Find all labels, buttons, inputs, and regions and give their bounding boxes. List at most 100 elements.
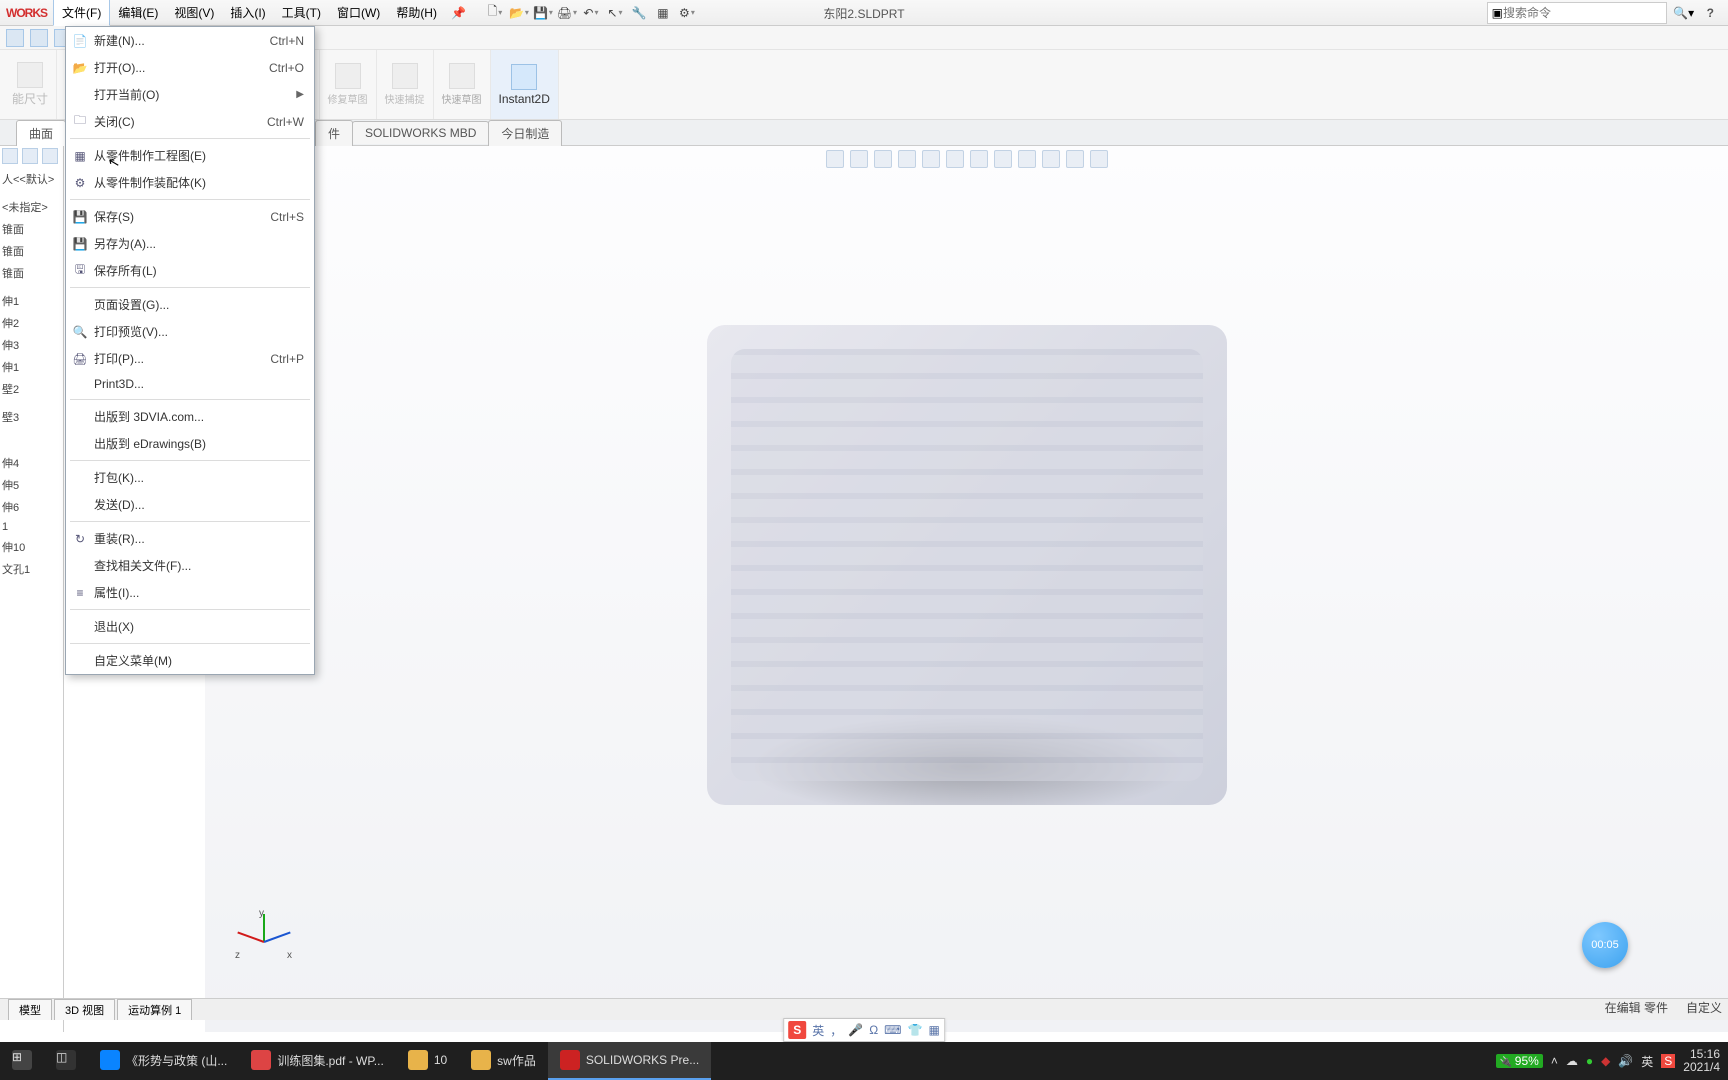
file-menu-item[interactable]: Print3D... [66, 372, 314, 396]
ime-toolbar[interactable]: S 英 ， 🎤 Ω ⌨ 👕 ▦ [783, 1018, 945, 1042]
feature-tree-item[interactable]: 壁2 [0, 378, 63, 400]
section-view-icon[interactable] [898, 150, 916, 168]
zoom-area-icon[interactable] [850, 150, 868, 168]
new-doc-button[interactable]: 🗋▾ [484, 2, 506, 24]
ribbon-group-instant2d[interactable]: Instant2D [491, 50, 559, 119]
feature-tree-item[interactable]: 伸1 [0, 290, 63, 312]
model-viewport[interactable]: y x z 00:05 [205, 146, 1728, 1032]
file-menu-item[interactable]: 打包(K)... [66, 464, 314, 491]
tray-chevron-icon[interactable]: ˄ [1551, 1054, 1558, 1068]
file-menu-item[interactable]: 查找相关文件(F)... [66, 552, 314, 579]
view-orient-icon[interactable] [922, 150, 940, 168]
save-button[interactable]: 💾▾ [532, 2, 554, 24]
feature-tree-item[interactable]: 伸5 [0, 474, 63, 496]
feature-tree-item[interactable]: 锥面 [0, 218, 63, 240]
menu-insert[interactable]: 插入(I) [222, 0, 273, 25]
ime-keyboard-icon[interactable]: ⌨ [884, 1023, 901, 1037]
feature-tree-item[interactable]: 壁3 [0, 406, 63, 428]
tree-tab-icon[interactable] [42, 148, 58, 164]
file-menu-item[interactable]: ⚙从零件制作装配体(K) [66, 169, 314, 196]
menu-help[interactable]: 帮助(H) [388, 0, 445, 25]
scene-icon[interactable] [1018, 150, 1036, 168]
feature-tree-item[interactable]: 锥面 [0, 262, 63, 284]
file-menu-item[interactable]: ≡属性(I)... [66, 579, 314, 606]
file-menu-item[interactable]: ↻重装(R)... [66, 525, 314, 552]
file-menu-item[interactable]: 💾另存为(A)... [66, 230, 314, 257]
search-icon[interactable]: 🔍▾ [1673, 2, 1695, 24]
feature-tree-item[interactable]: 锥面 [0, 240, 63, 262]
pin-icon[interactable]: 📌 [451, 6, 466, 20]
feature-tree-item[interactable]: 1 [0, 518, 63, 536]
ribbon-group-quick-sketch[interactable]: 快速草图 [434, 50, 491, 119]
tray-security-icon[interactable]: ◆ [1601, 1054, 1610, 1068]
tool-icon[interactable] [6, 29, 24, 47]
tab-mbd[interactable]: SOLIDWORKS MBD [352, 121, 489, 144]
rebuild-button[interactable]: 🔧 [628, 2, 650, 24]
menu-tools[interactable]: 工具(T) [274, 0, 329, 25]
search-input[interactable] [1503, 6, 1662, 20]
settings-button[interactable]: ⚙▾ [676, 2, 698, 24]
zoom-fit-icon[interactable] [826, 150, 844, 168]
render-icon[interactable] [1066, 150, 1084, 168]
file-menu-item[interactable]: 退出(X) [66, 613, 314, 640]
search-box[interactable]: ▣ [1487, 2, 1667, 24]
feature-tree-item[interactable]: 伸2 [0, 312, 63, 334]
tray-volume-icon[interactable]: 🔊 [1618, 1054, 1633, 1068]
feature-tree-item[interactable]: 伸1 [0, 356, 63, 378]
task-view-button[interactable]: ◫ [44, 1042, 88, 1080]
tab-surface[interactable]: 曲面 [16, 120, 66, 146]
battery-icon[interactable]: 🔌 95% [1496, 1054, 1543, 1068]
menu-edit[interactable]: 编辑(E) [110, 0, 166, 25]
tab-model[interactable]: 模型 [8, 999, 52, 1020]
tray-ime-lang[interactable]: 英 [1641, 1053, 1653, 1070]
options-button[interactable]: ▦ [652, 2, 674, 24]
tray-wechat-icon[interactable]: ● [1586, 1054, 1593, 1068]
file-menu-item[interactable]: ▦从零件制作工程图(E) [66, 142, 314, 169]
prev-view-icon[interactable] [874, 150, 892, 168]
file-menu-item[interactable]: 自定义菜单(M) [66, 647, 314, 674]
display-style-icon[interactable] [946, 150, 964, 168]
view-settings-icon[interactable] [1042, 150, 1060, 168]
screen-icon[interactable] [1090, 150, 1108, 168]
feature-tree-item[interactable]: 伸3 [0, 334, 63, 356]
taskbar-app[interactable]: SOLIDWORKS Pre... [548, 1042, 711, 1080]
feature-tree-item[interactable]: 伸4 [0, 452, 63, 474]
menu-window[interactable]: 窗口(W) [329, 0, 388, 25]
tab-motion-study[interactable]: 运动算例 1 [117, 999, 192, 1020]
tool-icon[interactable] [30, 29, 48, 47]
help-icon[interactable]: ? [1701, 6, 1720, 20]
file-menu-item[interactable]: 出版到 3DVIA.com... [66, 403, 314, 430]
file-menu-item[interactable]: 🗀关闭(C)Ctrl+W [66, 108, 314, 135]
start-button[interactable]: ⊞ [0, 1042, 44, 1080]
menu-file[interactable]: 文件(F) [53, 0, 110, 26]
print-button[interactable]: 🖨▾ [556, 2, 578, 24]
tray-sogou-icon[interactable]: S [1661, 1054, 1675, 1068]
ime-punct-icon[interactable]: ， [830, 1022, 842, 1039]
sogou-icon[interactable]: S [788, 1021, 806, 1039]
tray-clock[interactable]: 15:16 2021/4 [1683, 1048, 1720, 1074]
file-menu-item[interactable]: 💾保存(S)Ctrl+S [66, 203, 314, 230]
file-menu-item[interactable]: 🖨打印(P)...Ctrl+P [66, 345, 314, 372]
menu-view[interactable]: 视图(V) [166, 0, 222, 25]
tab-evaluate[interactable]: 件 [315, 120, 353, 146]
orientation-triad[interactable]: y x z [233, 912, 293, 972]
tab-3dview[interactable]: 3D 视图 [54, 999, 115, 1020]
feature-tree-item[interactable]: 文孔1 [0, 558, 63, 580]
file-menu-item[interactable]: 🔍打印预览(V)... [66, 318, 314, 345]
ime-skin-icon[interactable]: 👕 [908, 1023, 923, 1037]
ime-lang[interactable]: 英 [812, 1022, 824, 1039]
file-menu-item[interactable]: 打开当前(O)▶ [66, 81, 314, 108]
tree-tab-icon[interactable] [22, 148, 38, 164]
taskbar-app[interactable]: sw作品 [459, 1042, 548, 1080]
tree-tab-icon[interactable] [2, 148, 18, 164]
file-menu-item[interactable]: 发送(D)... [66, 491, 314, 518]
feature-tree-item[interactable]: 伸10 [0, 536, 63, 558]
file-menu-item[interactable]: 🖫保存所有(L) [66, 257, 314, 284]
file-menu-item[interactable]: 📂打开(O)...Ctrl+O [66, 54, 314, 81]
tray-cloud-icon[interactable]: ☁ [1566, 1054, 1578, 1068]
appearance-icon[interactable] [994, 150, 1012, 168]
feature-tree-item[interactable]: <未指定> [0, 196, 63, 218]
feature-tree-item[interactable]: 伸6 [0, 496, 63, 518]
file-menu-item[interactable]: 出版到 eDrawings(B) [66, 430, 314, 457]
open-doc-button[interactable]: 📂▾ [508, 2, 530, 24]
